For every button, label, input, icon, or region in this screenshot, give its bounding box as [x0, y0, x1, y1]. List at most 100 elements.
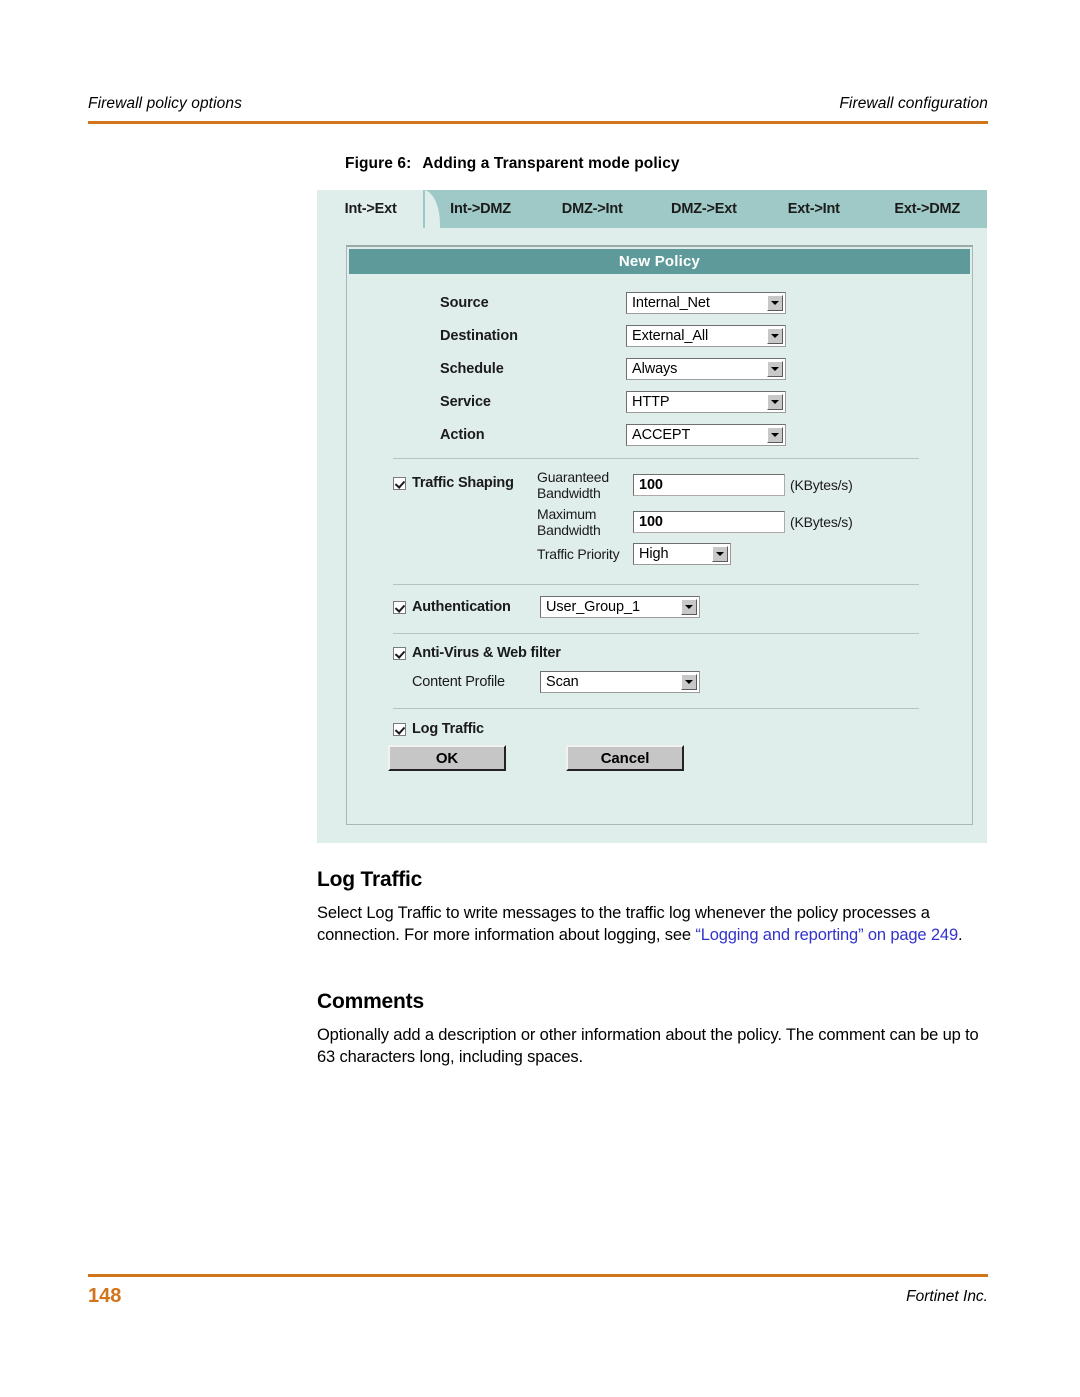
- chevron-down-icon[interactable]: [712, 546, 728, 562]
- chevron-down-icon[interactable]: [767, 327, 783, 344]
- tab-ext-to-dmz[interactable]: Ext->DMZ: [867, 190, 987, 228]
- chevron-down-icon[interactable]: [681, 674, 697, 690]
- chevron-down-icon[interactable]: [767, 294, 783, 311]
- destination-value: External_All: [632, 327, 709, 344]
- schedule-label: Schedule: [440, 360, 504, 377]
- checkbox-checked-icon[interactable]: [393, 722, 406, 736]
- antivirus-label: Anti-Virus & Web filter: [412, 645, 561, 661]
- content-profile-row: Content Profile Scan: [393, 661, 972, 693]
- tab-label: Int->DMZ: [450, 201, 511, 217]
- cross-reference-link[interactable]: “Logging and reporting” on page 249: [695, 926, 958, 944]
- tab-label: DMZ->Ext: [671, 201, 737, 217]
- destination-label: Destination: [440, 327, 518, 344]
- action-label: Action: [440, 426, 485, 443]
- field-row-schedule: Schedule Always: [347, 352, 972, 385]
- chevron-down-icon[interactable]: [767, 393, 783, 410]
- ok-button-label: OK: [435, 749, 459, 767]
- schedule-select[interactable]: Always: [626, 357, 786, 380]
- log-traffic-body-part2: .: [957, 925, 963, 944]
- service-label: Service: [440, 393, 491, 410]
- traffic-priority-select[interactable]: High: [633, 543, 731, 565]
- traffic-shaping-label: Traffic Shaping: [412, 475, 514, 491]
- footer-divider-rule: [88, 1274, 988, 1277]
- panel-title-text: New Policy: [618, 253, 701, 270]
- log-traffic-section: Log Traffic: [347, 716, 972, 737]
- header-left-text: Firewall policy options: [88, 95, 242, 112]
- authentication-toggle[interactable]: Authentication: [393, 599, 540, 615]
- log-traffic-toggle[interactable]: Log Traffic: [393, 721, 972, 737]
- checkbox-checked-icon[interactable]: [393, 646, 406, 660]
- source-label: Source: [440, 294, 489, 311]
- maximum-bandwidth-unit: (KBytes/s): [790, 514, 853, 530]
- service-value: HTTP: [632, 393, 670, 410]
- tab-int-to-ext[interactable]: Int->Ext: [317, 190, 441, 228]
- cancel-button-label: Cancel: [600, 749, 650, 767]
- section-divider: [393, 584, 919, 585]
- content-profile-select[interactable]: Scan: [540, 671, 700, 693]
- ok-button[interactable]: OK: [388, 745, 506, 771]
- source-select[interactable]: Internal_Net: [626, 291, 786, 314]
- tab-label: Ext->Int: [787, 201, 840, 217]
- field-row-action: Action ACCEPT: [347, 418, 972, 451]
- cancel-button[interactable]: Cancel: [566, 745, 684, 771]
- tab-label: Int->Ext: [344, 201, 397, 217]
- new-policy-panel: New Policy Source Internal_Net Destinati…: [346, 245, 973, 825]
- content-profile-label: Content Profile: [412, 674, 505, 690]
- tab-int-to-dmz[interactable]: Int->DMZ: [424, 190, 553, 228]
- checkbox-checked-icon[interactable]: [393, 476, 406, 490]
- section-divider: [393, 458, 919, 459]
- maximum-bandwidth-input[interactable]: 100: [633, 511, 785, 533]
- guaranteed-bandwidth-value: 100: [639, 477, 663, 493]
- schedule-value: Always: [632, 360, 678, 377]
- header-divider-rule: [88, 121, 988, 124]
- figure-caption-number: Figure 6:: [345, 155, 412, 172]
- action-select[interactable]: ACCEPT: [626, 423, 786, 446]
- authentication-label: Authentication: [412, 599, 511, 615]
- tab-ext-to-int[interactable]: Ext->Int: [760, 190, 884, 228]
- section-divider: [393, 708, 919, 709]
- log-traffic-label: Log Traffic: [412, 721, 484, 737]
- maximum-bandwidth-row: Maximum Bandwidth 100 (KBytes/s): [537, 506, 972, 538]
- page-number: 148: [88, 1285, 122, 1307]
- action-value: ACCEPT: [632, 426, 691, 443]
- field-row-destination: Destination External_All: [347, 319, 972, 352]
- authentication-section: Authentication User_Group_1: [347, 592, 972, 618]
- traffic-priority-row: Traffic Priority High: [537, 543, 972, 565]
- guaranteed-bandwidth-label: Guaranteed Bandwidth: [537, 469, 609, 501]
- tab-label: DMZ->Int: [561, 201, 623, 217]
- chevron-down-icon[interactable]: [767, 426, 783, 443]
- chevron-down-icon[interactable]: [681, 599, 697, 615]
- chevron-down-icon[interactable]: [767, 360, 783, 377]
- section-divider: [393, 633, 919, 634]
- source-value: Internal_Net: [632, 294, 710, 311]
- maximum-bandwidth-value: 100: [639, 514, 663, 530]
- tab-dmz-to-ext[interactable]: DMZ->Ext: [647, 190, 777, 228]
- running-header: Firewall policy options Firewall configu…: [88, 95, 988, 113]
- checkbox-checked-icon[interactable]: [393, 600, 406, 614]
- tab-label: Ext->DMZ: [894, 201, 961, 217]
- maximum-bandwidth-label: Maximum Bandwidth: [537, 506, 601, 538]
- antivirus-section: Anti-Virus & Web filter Content Profile …: [347, 641, 972, 693]
- traffic-shaping-section: Traffic Shaping Guaranteed Bandwidth 100…: [347, 466, 972, 570]
- content-profile-value: Scan: [546, 674, 579, 690]
- traffic-priority-label: Traffic Priority: [537, 546, 620, 562]
- user-group-select[interactable]: User_Group_1: [540, 596, 700, 618]
- button-spacer: [506, 745, 566, 771]
- heading-log-traffic: Log Traffic: [317, 868, 423, 891]
- figure-screenshot: Int->Ext Int->DMZ DMZ->Int DMZ->Ext Ext-…: [317, 190, 987, 843]
- traffic-shaping-toggle[interactable]: Traffic Shaping: [393, 475, 537, 491]
- paragraph-log-traffic: Select Log Traffic to write messages to …: [317, 903, 989, 946]
- heading-comments: Comments: [317, 990, 424, 1013]
- panel-title-bar: New Policy: [349, 249, 970, 274]
- traffic-priority-value: High: [639, 546, 669, 562]
- service-select[interactable]: HTTP: [626, 390, 786, 413]
- header-right-text: Firewall configuration: [839, 95, 988, 112]
- paragraph-comments: Optionally add a description or other in…: [317, 1026, 979, 1066]
- guaranteed-bandwidth-input[interactable]: 100: [633, 474, 785, 496]
- footer-brand: Fortinet Inc.: [906, 1288, 988, 1305]
- guaranteed-bandwidth-unit: (KBytes/s): [790, 477, 853, 493]
- antivirus-toggle[interactable]: Anti-Virus & Web filter: [393, 645, 972, 661]
- policy-tab-strip: Int->Ext Int->DMZ DMZ->Int DMZ->Ext Ext-…: [317, 190, 987, 228]
- tab-dmz-to-int[interactable]: DMZ->Int: [536, 190, 664, 228]
- destination-select[interactable]: External_All: [626, 324, 786, 347]
